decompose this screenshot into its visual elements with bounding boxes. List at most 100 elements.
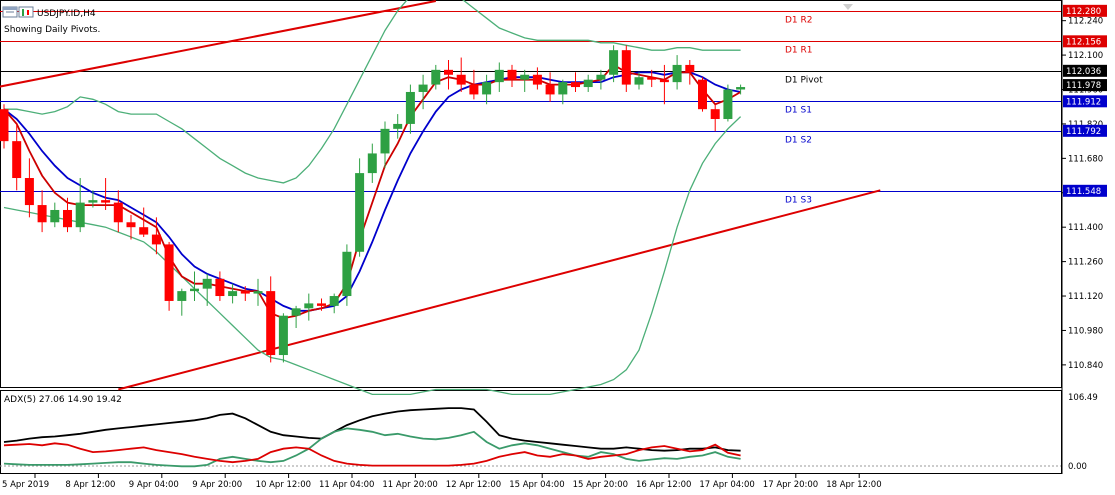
pivot-label: D1 R1 (785, 46, 813, 56)
candle-body (698, 79, 707, 110)
candle-body (685, 64, 695, 73)
current-price-tag: 111.978 (1066, 81, 1101, 91)
x-tick-label: 11 Apr 20:00 (382, 480, 437, 490)
candle-body (621, 50, 631, 85)
candle-body (558, 82, 568, 95)
x-tick-label: 9 Apr 04:00 (129, 480, 179, 490)
candle-body (456, 74, 466, 85)
candle-body (139, 227, 149, 235)
price-y-axis: 112.240112.100111.960111.820111.680111.5… (1062, 4, 1107, 371)
chart-window-icon (2, 6, 18, 18)
candle-body (329, 296, 339, 306)
main-panel-frame (0, 0, 1062, 388)
y-tick-label: 112.100 (1068, 51, 1103, 61)
candle-body (126, 222, 136, 228)
info-text: Showing Daily Pivots. (4, 25, 100, 35)
candle-body (317, 303, 326, 306)
candle-body (63, 209, 72, 228)
candle-body (723, 89, 733, 120)
bull-candle (278, 313, 288, 363)
x-tick-label: 12 Apr 12:00 (446, 480, 501, 490)
candle-body (545, 84, 555, 95)
time-x-axis: 5 Apr 2019 8 Apr 12:00 9 Apr 04:00 9 Apr 20… (2, 474, 882, 490)
candle-body (240, 291, 250, 294)
pivot-label: D1 Pivot (785, 76, 823, 86)
candle-body (75, 202, 85, 228)
x-tick-label: 17 Apr 20:00 (763, 480, 818, 490)
candle-body (380, 128, 390, 154)
adx-panel-frame (0, 390, 1062, 474)
candle-body (278, 315, 288, 356)
candle-body (355, 173, 365, 252)
candle-body (405, 91, 415, 124)
pivot-price-tag: 111.912 (1066, 97, 1101, 107)
candle-body (469, 84, 479, 95)
candle-body (393, 123, 403, 129)
y-tick-label: 111.400 (1068, 223, 1103, 233)
candle-body (12, 141, 22, 179)
candle-body (367, 153, 377, 174)
adx-y-tick-label: 0.00 (1068, 462, 1087, 472)
pivot-label: D1 S2 (785, 136, 812, 146)
y-tick-label: 110.980 (1068, 326, 1103, 336)
pivot-label: D1 R2 (785, 16, 813, 26)
chart-type-icon (18, 6, 34, 18)
candle-body (444, 69, 453, 75)
y-tick-label: 111.680 (1068, 154, 1103, 164)
x-tick-label: 18 Apr 12:00 (826, 480, 881, 490)
pivot-label: D1 S1 (785, 106, 812, 116)
pivot-price-tag: 112.280 (1066, 7, 1101, 17)
bear-candle (164, 241, 174, 311)
candle-body (24, 178, 34, 206)
candle-body (151, 234, 161, 245)
symbol-label: USDJPY.ID,H4 (37, 9, 96, 19)
bear-candle (698, 77, 707, 112)
candle-body (431, 69, 441, 85)
y-tick-label: 112.240 (1068, 17, 1103, 27)
x-tick-label: 17 Apr 04:00 (699, 480, 754, 490)
candle-body (228, 291, 238, 297)
candle-body (710, 109, 720, 120)
y-tick-label: 110.840 (1068, 361, 1103, 371)
candle-body (113, 202, 123, 223)
pivot-price-tag: 111.548 (1066, 187, 1101, 197)
candle-body (342, 251, 352, 297)
candle-body (583, 79, 593, 88)
candle-body (253, 291, 263, 294)
candle-body (291, 308, 301, 316)
x-tick-label: 16 Apr 12:00 (636, 480, 691, 490)
candle-body (736, 87, 746, 90)
bull-candle (723, 84, 733, 122)
pivot-price-tag: 111.792 (1066, 127, 1101, 137)
candle-body (266, 291, 276, 356)
adx-y-tick-label: 106.49 (1068, 393, 1098, 403)
x-tick-label: 15 Apr 04:00 (509, 480, 564, 490)
candle-body (418, 84, 428, 92)
pivot-label: D1 S3 (785, 196, 812, 206)
candle-body (634, 77, 644, 85)
chart-stage: D1 R2 D1 R1 D1 Pivot D1 S1 D1 S2 D1 S3 106.49… (0, 0, 1107, 490)
candle-body (304, 303, 314, 309)
candle-body (609, 50, 619, 75)
candle-body (532, 74, 542, 85)
x-tick-label: 15 Apr 20:00 (573, 480, 628, 490)
x-tick-label: 10 Apr 12:00 (256, 480, 311, 490)
candle-body (50, 209, 60, 223)
candle-body (88, 200, 98, 203)
x-tick-label: 11 Apr 04:00 (319, 480, 374, 490)
candle-body (647, 77, 657, 80)
candle-body (520, 74, 530, 80)
candle-body (596, 74, 606, 80)
candle-body (571, 82, 580, 88)
candle-body (672, 64, 682, 83)
candle-body (215, 278, 225, 297)
candle-body (164, 244, 174, 301)
candle-body (507, 69, 517, 80)
y-tick-label: 111.260 (1068, 258, 1103, 268)
candle-body (190, 288, 199, 292)
pivot-price-tag: 112.036 (1066, 67, 1101, 77)
pivot-price-tag: 112.156 (1066, 37, 1101, 47)
candle-body (101, 200, 111, 203)
x-tick-label: 5 Apr 2019 (2, 480, 49, 490)
adx-title: ADX(5) 27.06 14.90 19.42 (4, 395, 122, 405)
